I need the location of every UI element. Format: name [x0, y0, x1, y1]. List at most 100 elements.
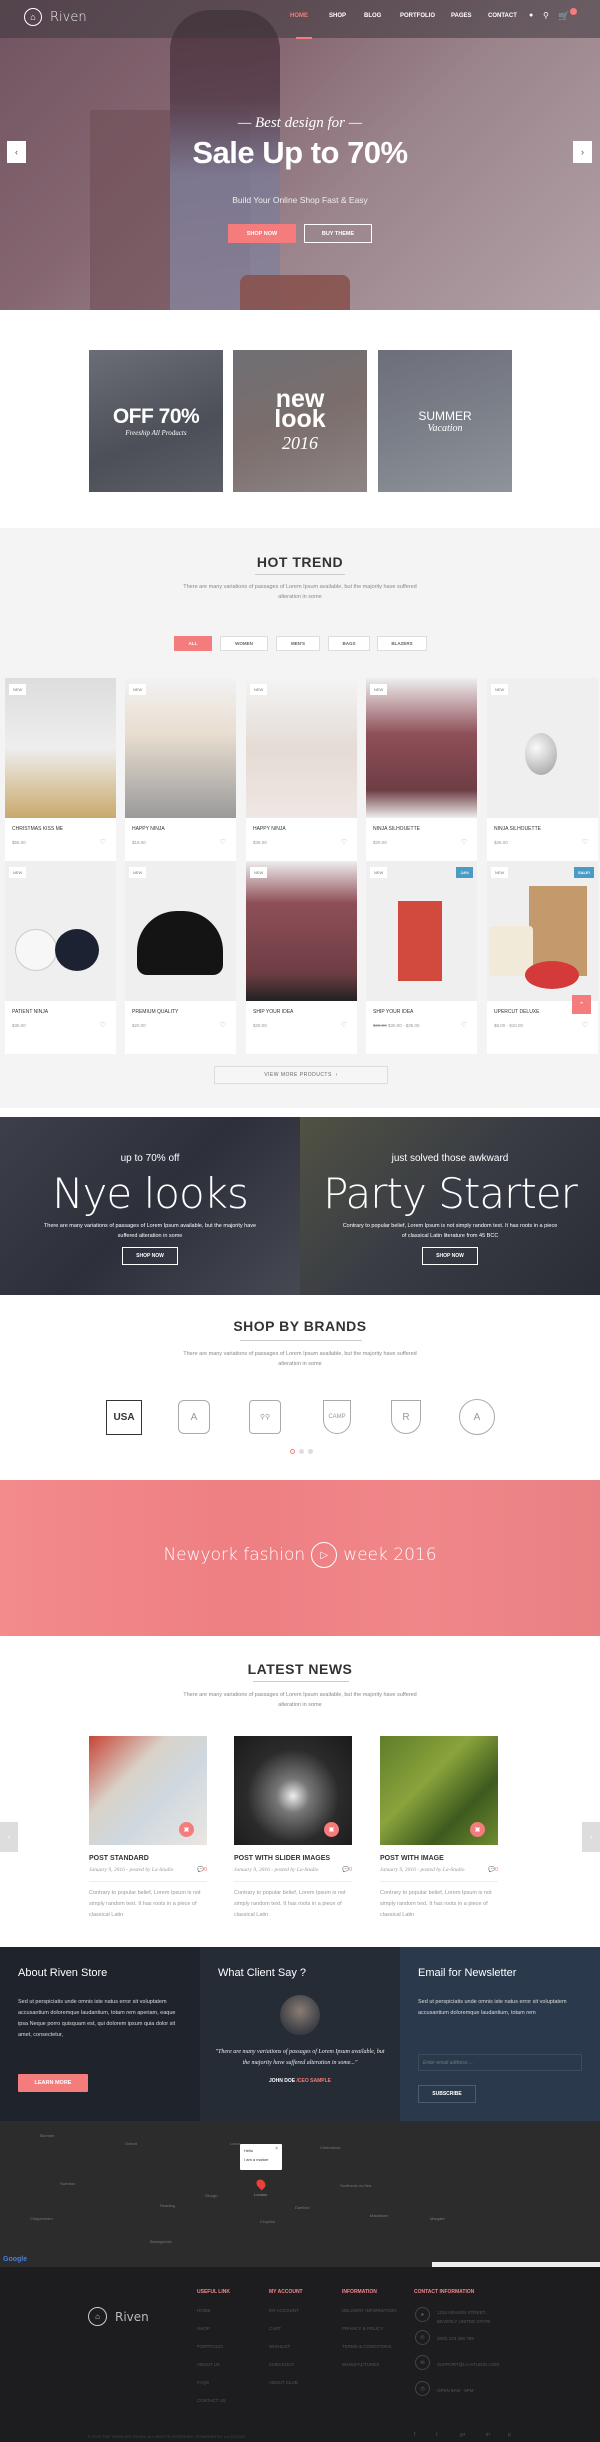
product-name[interactable]: PATIENT NINJA	[12, 1009, 48, 1015]
subscribe-button[interactable]: SUBSCRIBE	[418, 2085, 476, 2103]
footer-link[interactable]: HOME	[197, 2308, 211, 2313]
cart-icon[interactable]: 🛒	[558, 11, 569, 22]
filter-all[interactable]: ALL	[174, 636, 212, 651]
learn-more-button[interactable]: LEARN MORE	[18, 2074, 88, 2092]
logo[interactable]: ⌂ Riven	[24, 8, 87, 26]
pagination-dot-2[interactable]	[299, 1449, 304, 1454]
product-image[interactable]	[366, 861, 477, 1001]
brand-logo-circle[interactable]: A	[457, 1397, 497, 1437]
product-card[interactable]: NEW PATIENT NINJA $35.00 ♡	[5, 861, 116, 1054]
footer-link[interactable]: MY ACCOUNT	[269, 2308, 299, 2313]
footer-link[interactable]: CHECKOUT	[269, 2362, 294, 2367]
social-google-plus-icon[interactable]: g+	[460, 2432, 466, 2438]
product-name[interactable]: PREMIUM QUALITY	[132, 1009, 178, 1015]
post-image[interactable]: ▣	[89, 1736, 207, 1845]
brand-logo-r[interactable]: R	[386, 1397, 426, 1437]
wishlist-heart-icon[interactable]: ♡	[100, 1021, 106, 1029]
footer-link[interactable]: PRIVACY & POLICY	[342, 2326, 383, 2331]
promo-card-sale[interactable]: OFF 70% Freeship All Products	[89, 350, 223, 492]
social-linkedin-icon[interactable]: in	[486, 2432, 490, 2438]
back-to-top-button[interactable]: ⌃	[572, 995, 591, 1014]
nav-contact[interactable]: CONTACT	[488, 13, 517, 19]
wishlist-heart-icon[interactable]: ♡	[220, 1021, 226, 1029]
map-marker-icon[interactable]	[254, 2177, 268, 2191]
product-card[interactable]: NEW SALE! UPERCUT DELUXE $8.00 - $10.00 …	[487, 861, 598, 1054]
wishlist-heart-icon[interactable]: ♡	[341, 838, 347, 846]
social-facebook-icon[interactable]: f	[414, 2432, 415, 2438]
filter-mens[interactable]: MEN'S	[276, 636, 320, 651]
product-card[interactable]: NEW PREMIUM QUALITY $20.00 ♡	[125, 861, 236, 1054]
wishlist-heart-icon[interactable]: ♡	[100, 838, 106, 846]
product-card[interactable]: NEW -14% SHIP YOUR IDEA $99.00 $30.00 - …	[366, 861, 477, 1054]
location-map[interactable]: Bicester Oxford Luton Chelmsford Swindon…	[0, 2121, 600, 2267]
pagination-dot-1[interactable]	[290, 1449, 295, 1454]
contact-email[interactable]: SUPPORT@LA-STUDIO.COM	[437, 2362, 499, 2367]
product-image[interactable]	[246, 678, 357, 818]
filter-women[interactable]: WOMEN	[220, 636, 268, 651]
search-icon[interactable]: ⚲	[543, 11, 549, 20]
product-card[interactable]: NEW HAPPY NINJA $18.00 ♡	[125, 678, 236, 871]
product-card[interactable]: NEW HAPPY NINJA $35.00 ♡	[246, 678, 357, 871]
product-image[interactable]	[5, 861, 116, 1001]
brand-logo-usa[interactable]: USA	[104, 1397, 144, 1437]
nav-home[interactable]: HOME	[290, 13, 308, 19]
footer-link[interactable]: ABOUT US	[197, 2362, 220, 2367]
wishlist-heart-icon[interactable]: ♡	[341, 1021, 347, 1029]
product-image[interactable]	[125, 861, 236, 1001]
play-icon[interactable]: ▷	[311, 1542, 338, 1568]
footer-link[interactable]: TERMS & CONDITIONS	[342, 2344, 392, 2349]
news-prev-button[interactable]: ‹	[0, 1822, 18, 1852]
product-image[interactable]	[246, 861, 357, 1001]
footer-link[interactable]: MANUFACTURES	[342, 2362, 379, 2367]
post-title[interactable]: POST WITH IMAGE	[380, 1855, 498, 1862]
post-image[interactable]: ▣	[380, 1736, 498, 1845]
comments-count[interactable]: 💬0	[488, 1867, 498, 1873]
brand-logo-bike-club[interactable]: ⚲⚲	[245, 1397, 285, 1437]
product-image[interactable]	[366, 678, 477, 818]
banner-shop-now-button[interactable]: SHOP NOW	[422, 1247, 478, 1265]
brand-logo-camp[interactable]: CAMP	[317, 1397, 357, 1437]
product-image[interactable]	[487, 861, 598, 1001]
footer-logo[interactable]: ⌂ Riven	[88, 2307, 149, 2326]
footer-link[interactable]: CART	[269, 2326, 281, 2331]
news-next-button[interactable]: ›	[582, 1822, 600, 1852]
newsletter-email-input[interactable]	[418, 2054, 582, 2071]
footer-link[interactable]: WISHLIST	[269, 2344, 290, 2349]
post-image[interactable]: ▣	[234, 1736, 352, 1845]
product-name[interactable]: UPERCUT DELUXE	[494, 1009, 539, 1015]
comments-count[interactable]: 💬0	[197, 1867, 207, 1873]
filter-bags[interactable]: BAGS	[328, 636, 370, 651]
social-pinterest-icon[interactable]: p	[508, 2432, 511, 2438]
product-card[interactable]: NEW NINJA SILHOUETTE $20.00 ♡	[366, 678, 477, 871]
shop-now-button[interactable]: SHOP NOW	[228, 224, 296, 243]
promo-card-summer[interactable]: SUMMER Vacation	[378, 350, 512, 492]
close-icon[interactable]: ×	[275, 2146, 278, 2152]
user-icon[interactable]: ●	[529, 12, 533, 19]
footer-link[interactable]: PORTFOLIO	[197, 2344, 223, 2349]
footer-link[interactable]: ABOUT CLUB	[269, 2380, 298, 2385]
nav-shop[interactable]: SHOP	[329, 13, 346, 19]
wishlist-heart-icon[interactable]: ♡	[461, 1021, 467, 1029]
product-name[interactable]: NINJA SILHOUETTE	[494, 826, 541, 832]
banner-shop-now-button[interactable]: SHOP NOW	[122, 1247, 178, 1265]
product-card[interactable]: NEW CHRISTMAS KISS ME $56.00 ♡	[5, 678, 116, 871]
product-image[interactable]	[487, 678, 598, 818]
product-card[interactable]: NEW NINJA SILHOUETTE $35.00 ♡	[487, 678, 598, 871]
filter-blazers[interactable]: BLAZERS	[377, 636, 427, 651]
footer-link[interactable]: FAQS	[197, 2380, 209, 2385]
wishlist-heart-icon[interactable]: ♡	[582, 838, 588, 846]
product-name[interactable]: NINJA SILHOUETTE	[373, 826, 420, 832]
nav-blog[interactable]: BLOG	[364, 13, 381, 19]
product-image[interactable]	[125, 678, 236, 818]
post-title[interactable]: POST STANDARD	[89, 1855, 207, 1862]
product-name[interactable]: SHIP YOUR IDEA	[373, 1009, 413, 1015]
product-name[interactable]: HAPPY NINJA	[132, 826, 165, 832]
footer-link[interactable]: DELIVERY INFORMATION	[342, 2308, 397, 2313]
product-name[interactable]: CHRISTMAS KISS ME	[12, 826, 63, 832]
pagination-dot-3[interactable]	[308, 1449, 313, 1454]
social-twitter-icon[interactable]: t	[436, 2432, 437, 2438]
post-title[interactable]: POST WITH SLIDER IMAGES	[234, 1855, 352, 1862]
brand-logo-hexagon[interactable]: A	[174, 1397, 214, 1437]
product-card[interactable]: NEW SHIP YOUR IDEA $20.00 ♡	[246, 861, 357, 1054]
nav-pages[interactable]: PAGES	[451, 13, 472, 19]
